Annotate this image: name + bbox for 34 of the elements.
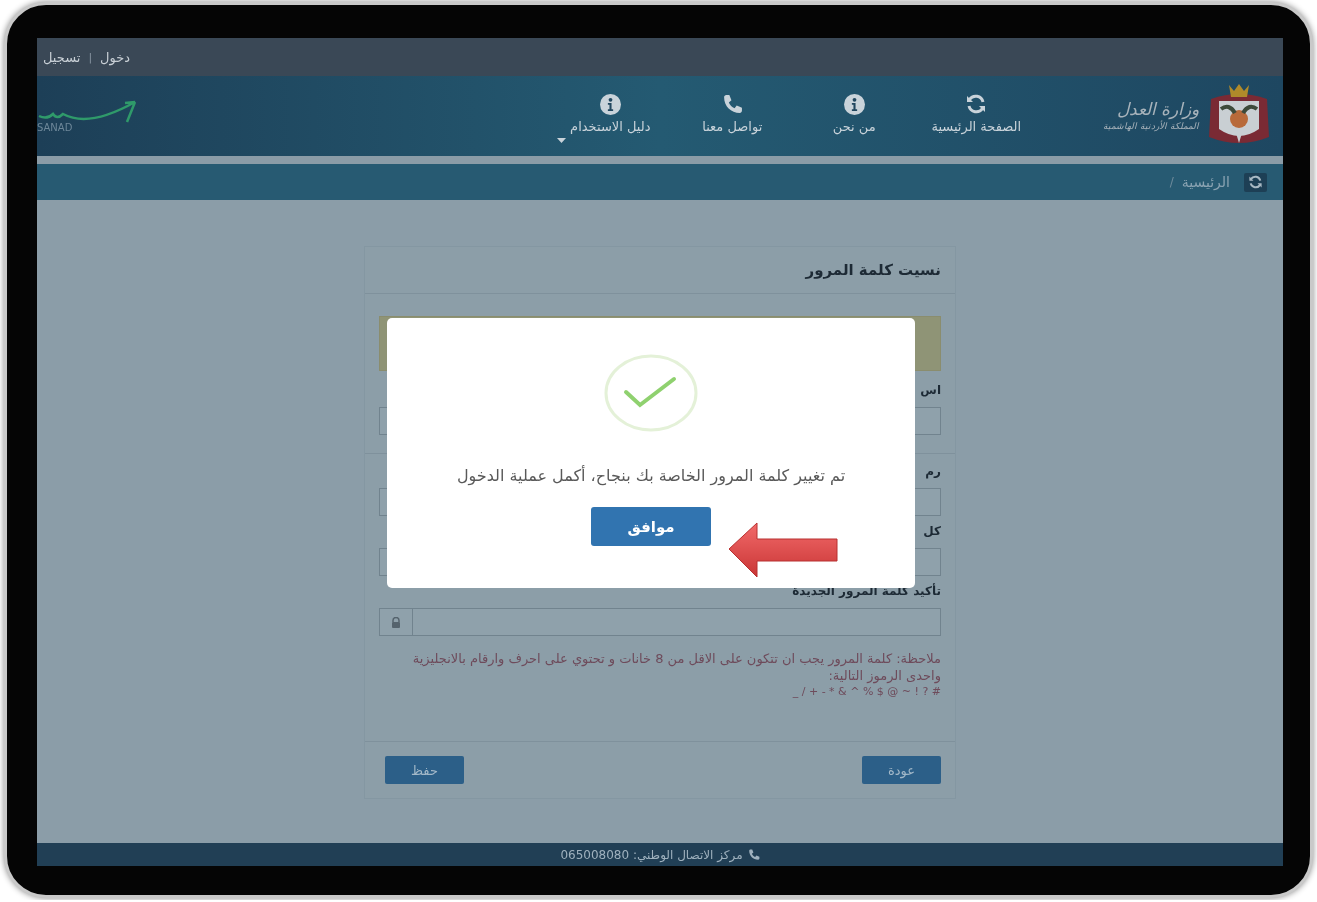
field-label: رم [925, 464, 941, 478]
ministry-title: وزارة العدل [1116, 99, 1199, 119]
phone-icon [721, 93, 743, 115]
refresh-icon [1248, 175, 1263, 189]
success-message: تم تغيير كلمة المرور الخاصة بك بنجاح، أكمل عملية الدخول [456, 466, 846, 485]
nav-item[interactable]: تواصل معنا [671, 93, 794, 139]
nav-item[interactable]: من نحن [793, 93, 916, 139]
top-link[interactable]: دخول [100, 49, 131, 65]
allowed-symbols: # ? ! ~ @ $ % ^ & * - + / _ [791, 684, 941, 699]
nav-item[interactable]: دليل الاستخدام [549, 93, 672, 139]
ok-button[interactable]: موافق [591, 507, 711, 546]
card-title: نسيت كلمة المرور [805, 261, 941, 279]
top-link[interactable]: تسجيل [43, 49, 81, 65]
password-note: ملاحظة: كلمة المرور يجب ان تتكون على الاقل من 8 خانات و تحتوي على احرف وارقام بالانجليزية واحدى الرموز التالية: [411, 650, 941, 684]
refresh-button[interactable] [1244, 172, 1267, 192]
back-button[interactable]: عودة [862, 756, 941, 784]
phone-icon [747, 848, 760, 861]
refresh-icon [965, 94, 988, 114]
nav-item[interactable]: الصفحة الرئيسية [915, 93, 1038, 139]
separator: | [88, 50, 93, 64]
save-button[interactable]: حفظ [385, 756, 464, 784]
lock-icon [391, 616, 401, 628]
caret-icon [557, 138, 567, 143]
field-label: اس [920, 383, 941, 397]
password-field[interactable] [379, 608, 941, 636]
brand-name: SANAD [37, 121, 73, 133]
ministry-subtitle: المملكة الأردنية الهاشمية [1103, 120, 1199, 133]
footer-contact: مركز الاتصال الوطني: 065008080 [560, 847, 743, 862]
breadcrumb-link[interactable]: الرئيسية [1181, 174, 1230, 190]
field-label: كل [923, 524, 941, 538]
info-icon [599, 93, 621, 115]
breadcrumb-separator: / [1169, 175, 1174, 189]
info-icon [843, 93, 865, 115]
success-check-icon [604, 354, 698, 432]
